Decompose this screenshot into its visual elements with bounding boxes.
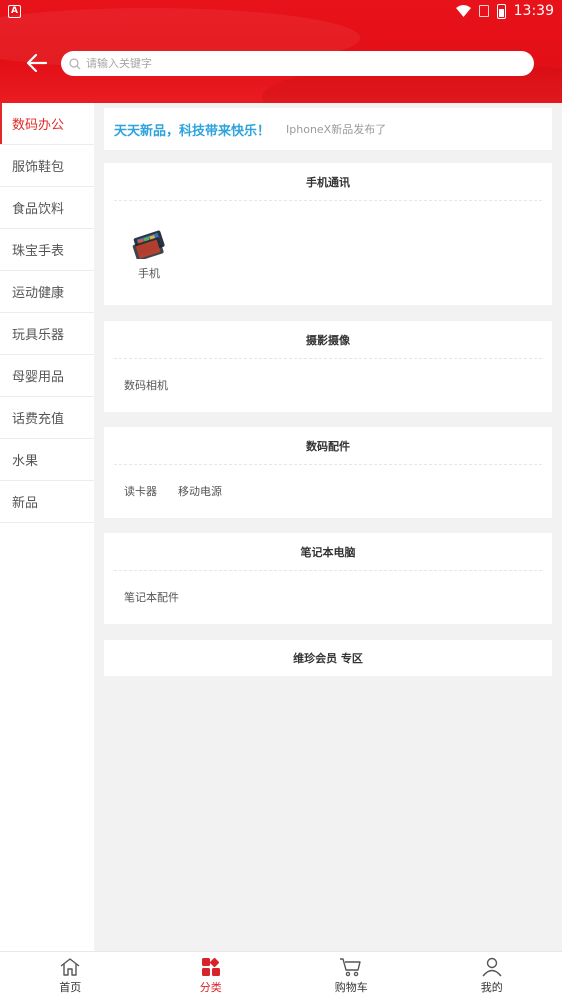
- section-card: 数码配件 读卡器 移动电源: [104, 427, 552, 518]
- notification-icon: A: [8, 5, 21, 18]
- news-text[interactable]: IphoneX新品发布了: [286, 121, 386, 137]
- section-card: 维珍会员 专区: [104, 640, 552, 676]
- search-bar[interactable]: [61, 51, 534, 76]
- sidebar-item-fruit[interactable]: 水果: [0, 439, 94, 481]
- subcategory-link[interactable]: 读卡器: [124, 483, 157, 499]
- bottom-tab-bar: 首页 分类 购物车 我的: [0, 951, 562, 1000]
- subcategory-link[interactable]: 笔记本配件: [124, 589, 179, 605]
- subcategory-link[interactable]: 移动电源: [178, 483, 222, 499]
- sidebar-item-toys[interactable]: 玩具乐器: [0, 313, 94, 355]
- section-title: 数码配件: [114, 427, 542, 465]
- home-icon: [60, 958, 80, 976]
- section-title: 摄影摄像: [114, 321, 542, 359]
- search-input[interactable]: [86, 57, 506, 70]
- sidebar-item-new[interactable]: 新品: [0, 481, 94, 523]
- subcategory-label: 手机: [138, 266, 160, 280]
- back-button[interactable]: [24, 50, 50, 76]
- category-icon: [201, 957, 220, 976]
- tab-home[interactable]: 首页: [0, 952, 141, 1000]
- section-title: 手机通讯: [114, 163, 542, 201]
- subcategory-phone[interactable]: 手机: [126, 225, 172, 281]
- news-title: 天天新品，科技带来快乐！: [114, 123, 271, 139]
- header: A 13:39: [0, 0, 562, 103]
- sidebar-item-sports[interactable]: 运动健康: [0, 271, 94, 313]
- tab-label: 分类: [199, 981, 222, 994]
- sidebar-item-topup[interactable]: 话费充值: [0, 397, 94, 439]
- phone-icon: [132, 230, 165, 259]
- sidebar-item-jewelry[interactable]: 珠宝手表: [0, 229, 94, 271]
- status-bar: A 13:39: [0, 0, 562, 24]
- section-title[interactable]: 维珍会员 专区: [114, 640, 542, 676]
- section-card: 手机通讯 手机: [104, 163, 552, 305]
- sim-icon: [478, 5, 489, 17]
- news-banner[interactable]: 天天新品，科技带来快乐！ IphoneX新品发布了: [104, 108, 552, 150]
- tab-label: 我的: [480, 981, 503, 994]
- cart-icon: [340, 958, 361, 977]
- section-title: 笔记本电脑: [114, 533, 542, 571]
- sidebar-item-apparel[interactable]: 服饰鞋包: [0, 145, 94, 187]
- tab-label: 首页: [59, 981, 82, 994]
- sidebar-item-food[interactable]: 食品饮料: [0, 187, 94, 229]
- category-content: 天天新品，科技带来快乐！ IphoneX新品发布了 手机通讯 手机 摄影摄像 数…: [94, 103, 562, 951]
- tab-profile[interactable]: 我的: [422, 952, 562, 1000]
- section-card: 摄影摄像 数码相机: [104, 321, 552, 412]
- category-sidebar: 数码办公 服饰鞋包 食品饮料 珠宝手表 运动健康 玩具乐器 母婴用品 话费充值 …: [0, 103, 94, 951]
- tab-label: 购物车: [334, 981, 368, 994]
- tab-category[interactable]: 分类: [141, 952, 282, 1000]
- battery-icon: [496, 3, 506, 19]
- sidebar-item-digital-office[interactable]: 数码办公: [0, 103, 94, 145]
- subcategory-link[interactable]: 数码相机: [124, 377, 168, 393]
- user-icon: [482, 957, 502, 977]
- wifi-icon: [455, 5, 471, 17]
- arrow-left-icon: [26, 53, 48, 73]
- sidebar-item-baby[interactable]: 母婴用品: [0, 355, 94, 397]
- section-card: 笔记本电脑 笔记本配件: [104, 533, 552, 624]
- tab-cart[interactable]: 购物车: [281, 952, 422, 1000]
- status-time: 13:39: [513, 3, 554, 19]
- search-icon: [69, 57, 81, 69]
